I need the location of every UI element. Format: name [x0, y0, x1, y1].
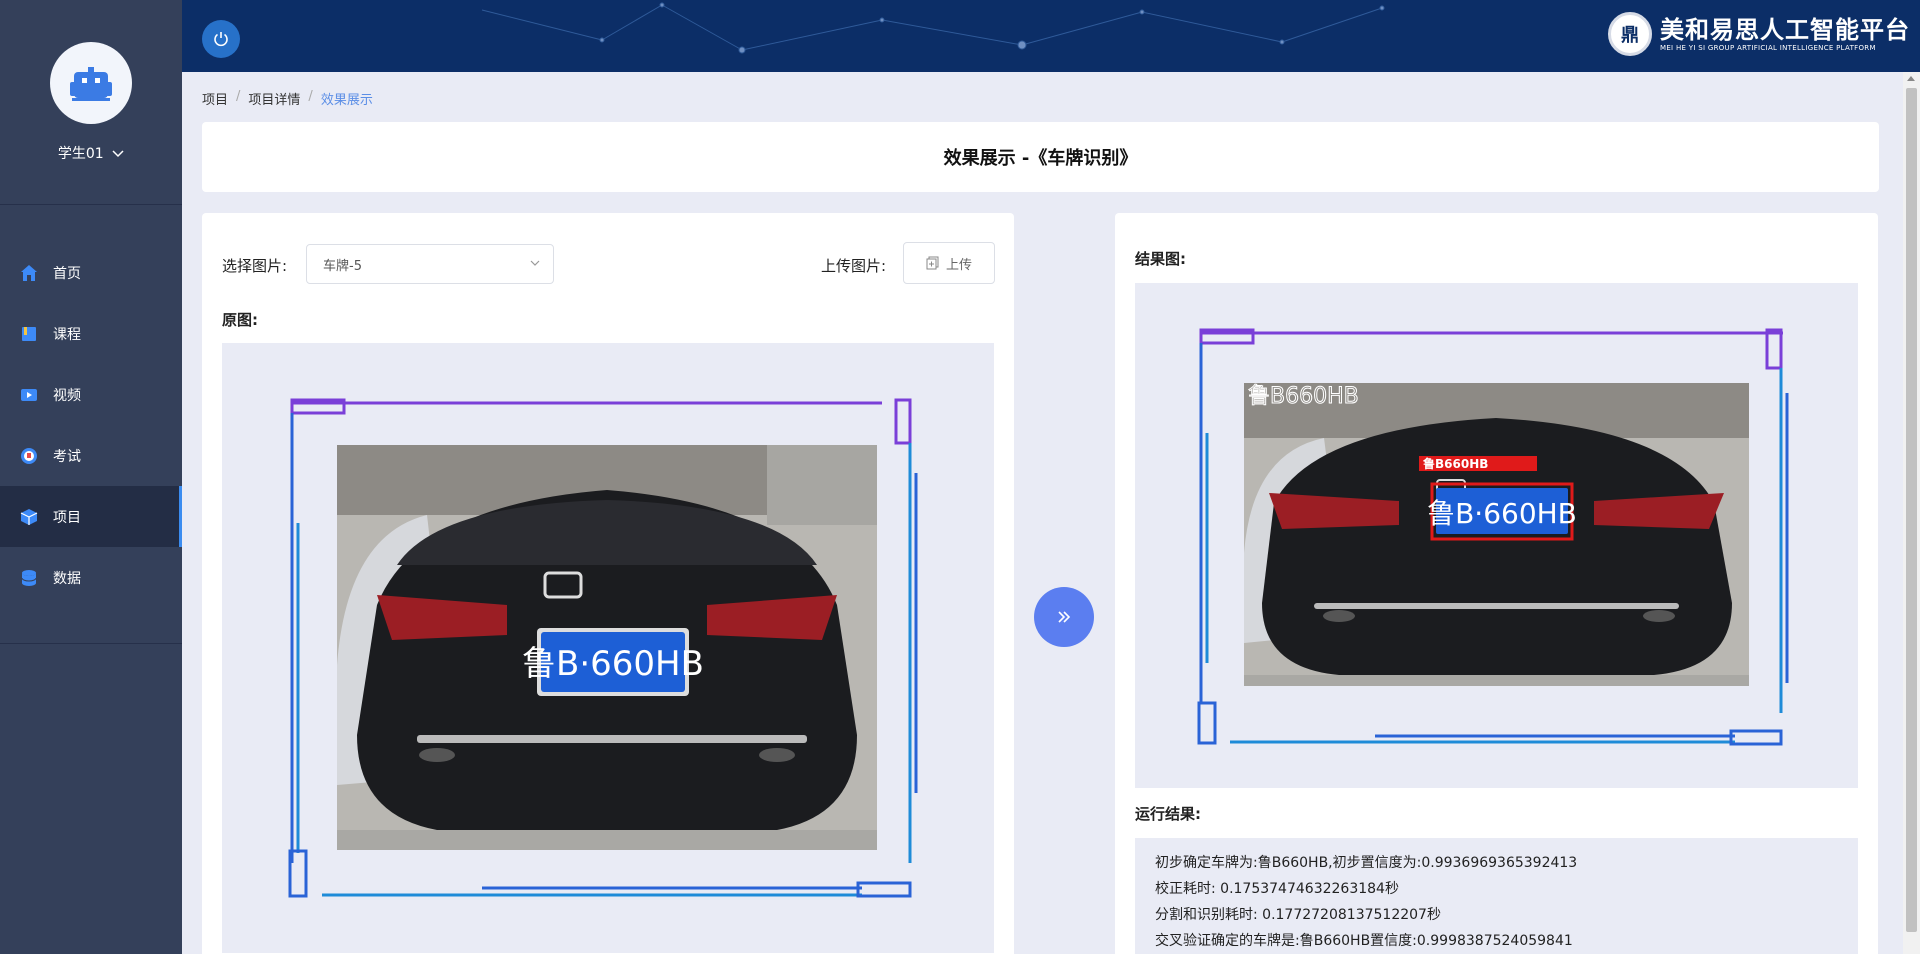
breadcrumb-item-current: 效果展示 — [320, 93, 373, 108]
logo-seal-icon: 鼎 — [1608, 12, 1652, 56]
avatar[interactable] — [50, 42, 132, 124]
breadcrumb-separator: / — [308, 89, 313, 104]
scroll-up-arrow-icon[interactable] — [1907, 76, 1915, 81]
image-select[interactable]: 车牌-5 — [306, 244, 554, 284]
result-line: 分割和识别耗时: 0.17727208137512207秒 — [1155, 907, 1441, 923]
sidebar-nav: 首页 课程 视频 考试 项目 数据 — [0, 242, 182, 608]
original-panel: 选择图片: 车牌-5 上传图片: 上传 原图: 鲁B·660HB — [202, 213, 1014, 954]
image-select-value: 车牌-5 — [323, 258, 362, 274]
result-panel: 结果图: 鲁B660HB 鲁B·660HB 鲁B660HB 运行结果: 初步确定… — [1115, 213, 1878, 954]
platform-logo: 鼎 美和易思人工智能平台 MEI HE YI SI GROUP ARTIFICI… — [1608, 12, 1910, 56]
breadcrumb-separator: / — [236, 89, 241, 104]
detect-box-label: 鲁B660HB — [1422, 456, 1488, 471]
sidebar-item-label: 首页 — [53, 265, 81, 282]
original-car-photo: 鲁B·660HB — [337, 445, 877, 850]
original-image-area: 鲁B·660HB — [222, 343, 994, 953]
sidebar-item-label: 项目 — [53, 509, 81, 526]
user-menu[interactable]: 学生01 — [0, 143, 182, 163]
exam-icon — [19, 446, 39, 466]
page-title: 效果展示 -《车牌识别》 — [943, 148, 1138, 169]
run-result-box: 初步确定车牌为:鲁B660HB,初步置信度为:0.993696936539241… — [1135, 838, 1858, 954]
sidebar-item-video[interactable]: 视频 — [0, 364, 182, 425]
run-result-label: 运行结果: — [1135, 805, 1201, 823]
overlay-plate-text: 鲁B660HB — [1248, 384, 1359, 409]
chevron-down-icon — [112, 150, 124, 158]
svg-text:鲁B·660HB: 鲁B·660HB — [522, 644, 704, 684]
logo-subtitle: MEI HE YI SI GROUP ARTIFICIAL INTELLIGEN… — [1660, 43, 1876, 52]
upload-button[interactable]: 上传 — [903, 242, 995, 284]
power-icon — [214, 32, 228, 47]
result-image-label: 结果图: — [1135, 250, 1186, 268]
result-plate-text: 鲁B·660HB — [1427, 497, 1577, 530]
upload-icon — [926, 256, 939, 270]
result-line: 初步确定车牌为:鲁B660HB,初步置信度为:0.993696936539241… — [1155, 855, 1578, 871]
logo-title: 美和易思人工智能平台 — [1660, 15, 1910, 44]
book-icon — [19, 324, 39, 344]
home-icon — [19, 263, 39, 283]
page-scrollbar[interactable] — [1903, 72, 1920, 954]
select-image-label: 选择图片: — [222, 257, 288, 275]
video-icon — [19, 385, 39, 405]
sidebar-item-course[interactable]: 课程 — [0, 303, 182, 364]
breadcrumb-item-project[interactable]: 项目 — [202, 89, 228, 108]
power-button[interactable] — [202, 20, 240, 58]
top-header: 鼎 美和易思人工智能平台 MEI HE YI SI GROUP ARTIFICI… — [182, 0, 1920, 72]
sidebar-item-label: 课程 — [53, 326, 81, 343]
project-cube-icon — [19, 507, 39, 527]
sidebar-item-label: 视频 — [53, 387, 81, 404]
upload-button-label: 上传 — [945, 257, 972, 273]
result-line: 校正耗时: 0.17537474632263184秒 — [1155, 881, 1399, 897]
breadcrumb-item-project-detail[interactable]: 项目详情 — [248, 89, 300, 108]
result-car-photo: 鲁B660HB 鲁B·660HB 鲁B660HB — [1244, 383, 1749, 686]
double-chevron-right-icon — [1058, 611, 1071, 623]
sidebar-item-home[interactable]: 首页 — [0, 242, 182, 303]
chevron-down-icon — [530, 260, 540, 266]
sidebar-item-data[interactable]: 数据 — [0, 547, 182, 608]
breadcrumb: 项目 / 项目详情 / 效果展示 — [202, 89, 373, 108]
user-name: 学生01 — [57, 146, 104, 162]
sidebar-item-exam[interactable]: 考试 — [0, 425, 182, 486]
sidebar: 学生01 首页 课程 视频 考试 项目 数据 — [0, 0, 182, 954]
run-arrow-button[interactable] — [1034, 587, 1094, 647]
sidebar-item-project[interactable]: 项目 — [0, 486, 182, 547]
result-image-area: 鲁B660HB 鲁B·660HB 鲁B660HB — [1135, 283, 1858, 788]
sidebar-divider — [0, 643, 182, 644]
original-image-label: 原图: — [222, 311, 258, 329]
database-icon — [19, 568, 39, 588]
page-title-card: 效果展示 -《车牌识别》 — [202, 122, 1879, 192]
robot-avatar-icon — [70, 67, 112, 101]
result-line: 交叉验证确定的车牌是:鲁B660HB置信度:0.9998387524059841 — [1155, 933, 1573, 949]
scrollbar-thumb[interactable] — [1906, 88, 1917, 932]
sidebar-divider — [0, 204, 182, 205]
sidebar-item-label: 数据 — [53, 570, 81, 587]
sidebar-item-label: 考试 — [53, 448, 81, 465]
upload-image-label: 上传图片: — [821, 257, 887, 275]
